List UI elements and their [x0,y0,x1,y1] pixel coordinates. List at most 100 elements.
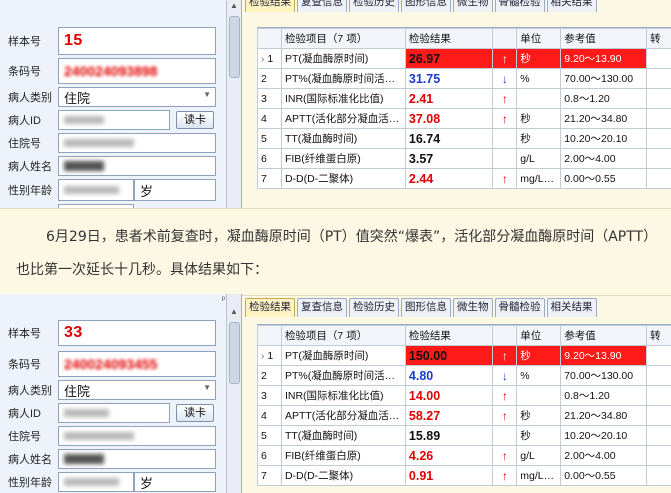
test-item-cell: FIB(纤维蛋白原) [280,445,406,466]
col-extra-header[interactable]: 转 [646,28,671,49]
scroll-thumb[interactable] [229,322,240,384]
tab-graph[interactable]: 图形信息 [401,0,451,12]
table-row[interactable]: 6 FIB(纤维蛋白原) 4.26 ↑ g/L 2.00～4.00 [257,445,671,466]
flag-cell: ↓ [492,365,518,386]
patient-id-field[interactable] [58,110,170,130]
col-ref-header[interactable]: 参考值 [560,325,648,346]
table-row[interactable]: 7 D-D(D-二聚体) 2.44 ↑ mg/L… 0.00～0.55 [257,168,671,189]
col-flag-header[interactable] [492,325,518,346]
result-value-cell: 14.00 [404,385,494,406]
extra-cell [646,445,671,466]
row-index-cell: 6 [257,445,282,466]
tab-microbe[interactable]: 微生物 [453,0,493,12]
table-row[interactable]: 4 APTT(活化部分凝血活… 37.08 ↑ 秒 21.20～34.80 [257,108,671,129]
age-unit: 岁 [140,475,154,491]
table-row[interactable]: 5 TT(凝血酶时间) 15.89 秒 10.20～20.10 [257,425,671,446]
table-row[interactable]: 2 PT%(凝血酶原时间活… 4.80 ↓% 70.00～130.00 [257,365,671,386]
sex-field[interactable] [58,179,134,201]
col-result-header[interactable]: 检验结果 [404,28,494,49]
test-item-cell: D-D(D-二聚体) [280,168,406,189]
table-row[interactable]: › 1 PT(凝血酶原时间) 150.00 ↑ 秒 9.20～13.90 [257,345,671,366]
tab-related[interactable]: 相关结果 [546,298,597,317]
tab-results[interactable]: 检验结果 [245,0,295,12]
test-item-cell: TT(凝血酶时间) [280,425,406,446]
chevron-down-icon: ▼ [203,383,211,392]
patient-type-select[interactable]: 住院 ▼ [58,380,216,400]
tab-microbe[interactable]: 微生物 [453,298,493,317]
patient-id-row-2: 病人ID 读卡 [0,403,228,423]
table-row[interactable]: 4 APTT(活化部分凝血活… 58.27 ↑ 秒 21.20～34.80 [257,405,671,426]
table-row[interactable]: 3 INR(国际标准化比值) 2.41 ↑ 0.8～1.20 [257,88,671,109]
reference-cell: 10.20～20.10 [560,425,648,446]
test-item-cell: INR(国际标准化比值) [280,385,406,406]
read-card-button[interactable]: 读卡 [176,404,214,422]
admission-no-label: 住院号 [8,431,41,443]
col-unit-header[interactable]: 单位 [516,28,562,49]
barcode-field[interactable]: 240024093455 [58,351,216,377]
barcode-field[interactable]: 240024093898 [58,58,216,84]
admission-no-field[interactable] [58,426,216,446]
patient-name-field[interactable] [58,156,216,176]
table-row[interactable]: 5 TT(凝血酶时间) 16.74 秒 10.20～20.10 [257,128,671,149]
left-panel-scrollbar[interactable]: ▲ [226,0,241,208]
table-row[interactable]: 6 FIB(纤维蛋白原) 3.57 g/L 2.00～4.00 [257,148,671,169]
tab-history[interactable]: 检验历史 [349,298,399,317]
table-header: 检验项目（7 项） 检验结果 单位 参考值 转 [257,28,671,49]
sex-field[interactable] [58,472,134,492]
unit-cell: 秒 [516,128,562,149]
barcode-row: 条码号 240024093898 [0,58,228,84]
reference-cell: 0.8～1.20 [560,385,648,406]
extra-cell [646,108,671,129]
left-panel-scrollbar[interactable]: ▲ [226,294,241,493]
tab-related[interactable]: 相关结果 [546,0,597,12]
extra-cell [646,365,671,386]
read-card-button[interactable]: 读卡 [176,111,214,129]
sample-no-field[interactable]: 33 [58,320,216,346]
tab-marrow[interactable]: 骨髓检验 [494,0,545,12]
table-row[interactable]: 2 PT%(凝血酶原时间活… 31.75 ↓% 70.00～130.00 [257,68,671,89]
tab-results[interactable]: 检验结果 [245,298,295,317]
age-field[interactable]: 岁 [134,179,216,201]
sample-no-field[interactable]: 15 [58,27,216,55]
patient-name-field[interactable] [58,449,216,469]
col-unit-header[interactable]: 单位 [516,325,562,346]
col-item-header[interactable]: 检验项目（7 项） [280,28,406,49]
result-tabs-2: 检验结果 复查信息 检验历史 图形信息 微生物 骨髓检验 相关结果 [245,298,597,318]
tab-marrow[interactable]: 骨髓检验 [494,298,545,317]
tab-graph[interactable]: 图形信息 [401,298,451,317]
current-row-marker-icon: › [261,52,268,65]
table-row[interactable]: 3 INR(国际标准化比值) 14.00 ↑ 0.8～1.20 [257,385,671,406]
col-result-header[interactable]: 检验结果 [404,325,494,346]
tab-history[interactable]: 检验历史 [349,0,399,12]
col-item-header[interactable]: 检验项目（7 项） [280,325,406,346]
col-extra-header[interactable]: 转 [646,325,671,346]
age-field[interactable]: 岁 [134,472,216,492]
unit-cell: g/L [516,148,562,169]
admission-no-redacted [64,139,134,147]
pin-icon[interactable]: ᵖ [222,294,225,304]
reference-cell: 21.20～34.80 [560,405,648,426]
tab-recheck[interactable]: 复查信息 [297,298,347,317]
test-item-cell: PT%(凝血酶原时间活… [280,68,406,89]
table-row[interactable]: 7 D-D(D-二聚体) 0.91 ↑ mg/L… 0.00～0.55 [257,465,671,486]
reference-cell: 10.20～20.10 [560,128,648,149]
scroll-up-icon[interactable]: ▲ [227,0,241,12]
tab-recheck[interactable]: 复查信息 [297,0,347,12]
results-table-wrap: 检验项目（7 项） 检验结果 单位 参考值 转 › 1 PT(凝血酶原时间) 26.… [257,27,671,189]
result-value-cell: 26.97 [404,48,494,69]
col-flag-header[interactable] [492,28,518,49]
patient-type-select[interactable]: 住院 ▼ [58,87,216,107]
extra-cell [646,88,671,109]
admission-no-field[interactable] [58,133,216,153]
flag-cell [492,128,518,149]
patient-id-field[interactable] [58,403,170,423]
scroll-up-icon[interactable]: ▲ [227,306,241,318]
table-row[interactable]: › 1 PT(凝血酶原时间) 26.97 ↑ 秒 9.20～13.90 [257,48,671,69]
article-text: 6月29日，患者术前复查时，凝血酶原时间（PT）值突然“爆表”，活化部分凝血酶原… [16,229,658,278]
extra-cell [646,405,671,426]
flag-cell: ↑ [492,445,518,466]
scroll-thumb[interactable] [229,16,240,78]
patient-type-value: 住院 [64,90,91,106]
col-ref-header[interactable]: 参考值 [560,28,648,49]
patient-type-label: 病人类别 [8,385,52,397]
